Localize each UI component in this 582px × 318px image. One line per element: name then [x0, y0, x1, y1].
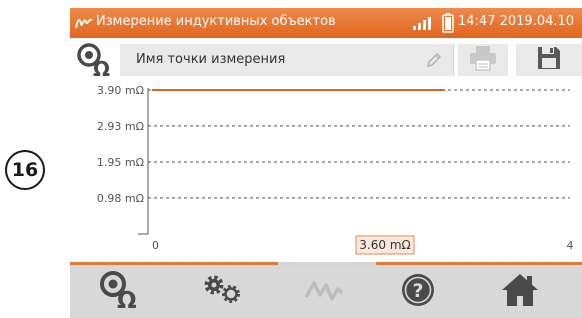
x-tick-label: 0 — [152, 239, 159, 252]
toolbar: Ω Имя точки измерения — [70, 40, 582, 82]
bottom-nav: Ω ? — [70, 265, 582, 318]
y-tick-label: 1.95 mΩ — [97, 156, 144, 169]
cursor-value-label: 3.60 mΩ — [359, 238, 410, 252]
nav-help-button[interactable]: ? — [378, 265, 458, 318]
inductive-measurement-icon[interactable]: Ω — [76, 42, 114, 82]
battery-icon — [442, 13, 454, 37]
step-number-badge: 16 — [5, 150, 45, 190]
chart-svg: 3.90 mΩ 2.93 mΩ 1.95 mΩ 0.98 mΩ 0 4 3.60 mΩ — [97, 84, 574, 255]
pencil-icon[interactable] — [425, 51, 443, 73]
svg-text:?: ? — [412, 280, 423, 302]
y-tick-label: 2.93 mΩ — [97, 120, 144, 133]
y-tick-label: 3.90 mΩ — [97, 84, 144, 97]
meter-logo-icon — [74, 12, 94, 36]
status-datetime: 14:47 2019.04.10 — [458, 14, 574, 29]
settings-gears-icon — [200, 272, 244, 312]
help-icon: ? — [398, 270, 438, 314]
measurement-chart: 3.90 mΩ 2.93 mΩ 1.95 mΩ 0.98 mΩ 0 4 3.60 mΩ — [70, 82, 582, 266]
window-title: Измерение индуктивных объектов — [96, 14, 336, 29]
measurement-point-name: Имя точки измерения — [136, 52, 286, 67]
nav-measurement-type-button[interactable]: Ω — [80, 265, 160, 318]
status-date: 2019.04.10 — [499, 14, 575, 29]
printer-icon — [469, 45, 497, 75]
svg-text:Ω: Ω — [93, 57, 110, 78]
device-screen: Измерение индуктивных объектов 14:47 201… — [70, 8, 582, 318]
nav-waveform-button[interactable] — [284, 265, 364, 318]
nav-settings-button[interactable] — [182, 265, 262, 318]
svg-text:Ω: Ω — [117, 288, 137, 310]
print-button[interactable] — [458, 44, 508, 76]
save-button[interactable] — [516, 44, 582, 76]
home-icon — [500, 271, 540, 313]
status-time: 14:47 — [458, 14, 496, 29]
x-tick-label: 4 — [567, 239, 574, 252]
signal-strength-icon — [412, 15, 434, 35]
nav-home-button[interactable] — [480, 265, 560, 318]
measurement-point-name-field[interactable]: Имя точки измерения — [120, 44, 454, 76]
measurement-type-icon: Ω — [98, 270, 142, 314]
step-number: 16 — [11, 159, 39, 181]
status-bar: Измерение индуктивных объектов 14:47 201… — [70, 8, 582, 38]
y-tick-label: 0.98 mΩ — [97, 192, 144, 205]
waveform-icon — [302, 275, 346, 309]
floppy-disk-icon — [536, 45, 562, 75]
